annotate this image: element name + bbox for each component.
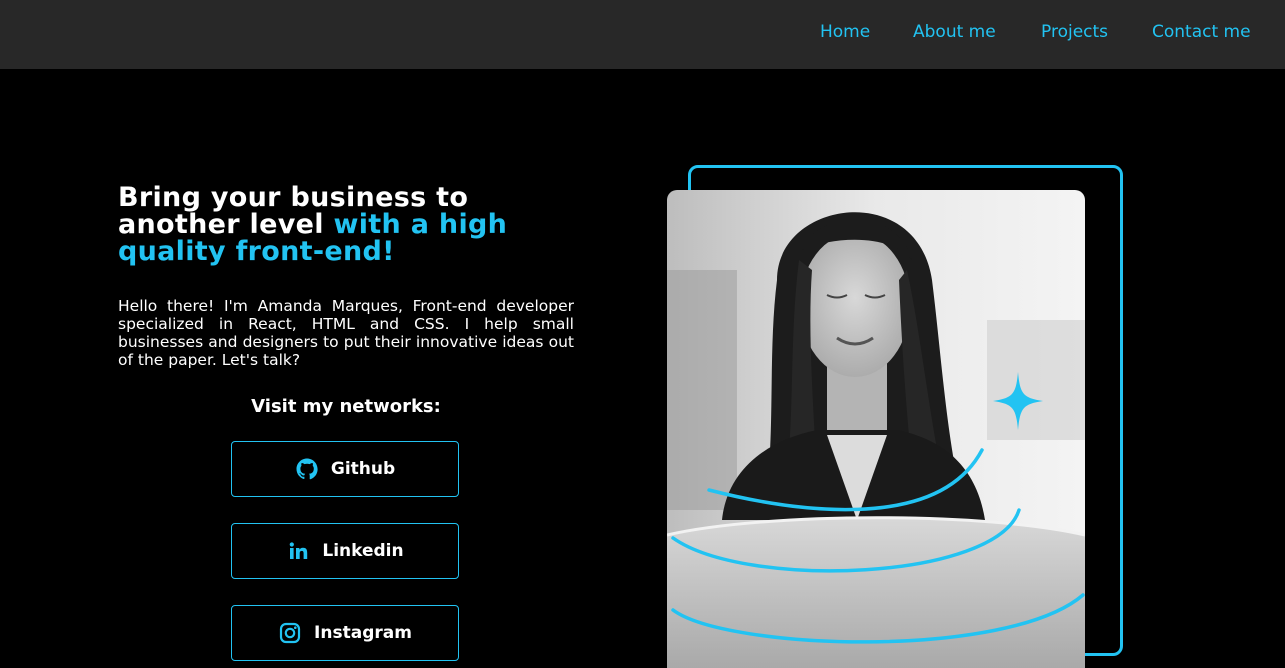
nav-link-about-me[interactable]: About me	[913, 22, 996, 42]
hero-headline: Bring your business to another level wit…	[118, 184, 588, 265]
linkedin-button-label: Linkedin	[322, 541, 404, 561]
nav-link-projects[interactable]: Projects	[1041, 22, 1108, 42]
instagram-button[interactable]: Instagram	[231, 605, 459, 661]
github-button[interactable]: Github	[231, 441, 459, 497]
intro-paragraph: Hello there! I'm Amanda Marques, Front-e…	[118, 297, 574, 369]
instagram-button-label: Instagram	[314, 623, 412, 643]
linkedin-icon	[286, 539, 310, 563]
sparkle-icon	[993, 372, 1043, 430]
github-button-label: Github	[330, 459, 396, 479]
instagram-icon	[278, 621, 302, 645]
navbar: Home About me Projects Contact me	[0, 0, 1285, 69]
linkedin-button[interactable]: Linkedin	[231, 523, 459, 579]
nav-link-home[interactable]: Home	[820, 22, 870, 42]
github-icon	[295, 457, 319, 481]
nav-link-contact-me[interactable]: Contact me	[1152, 22, 1251, 42]
networks-title: Visit my networks:	[251, 396, 441, 417]
